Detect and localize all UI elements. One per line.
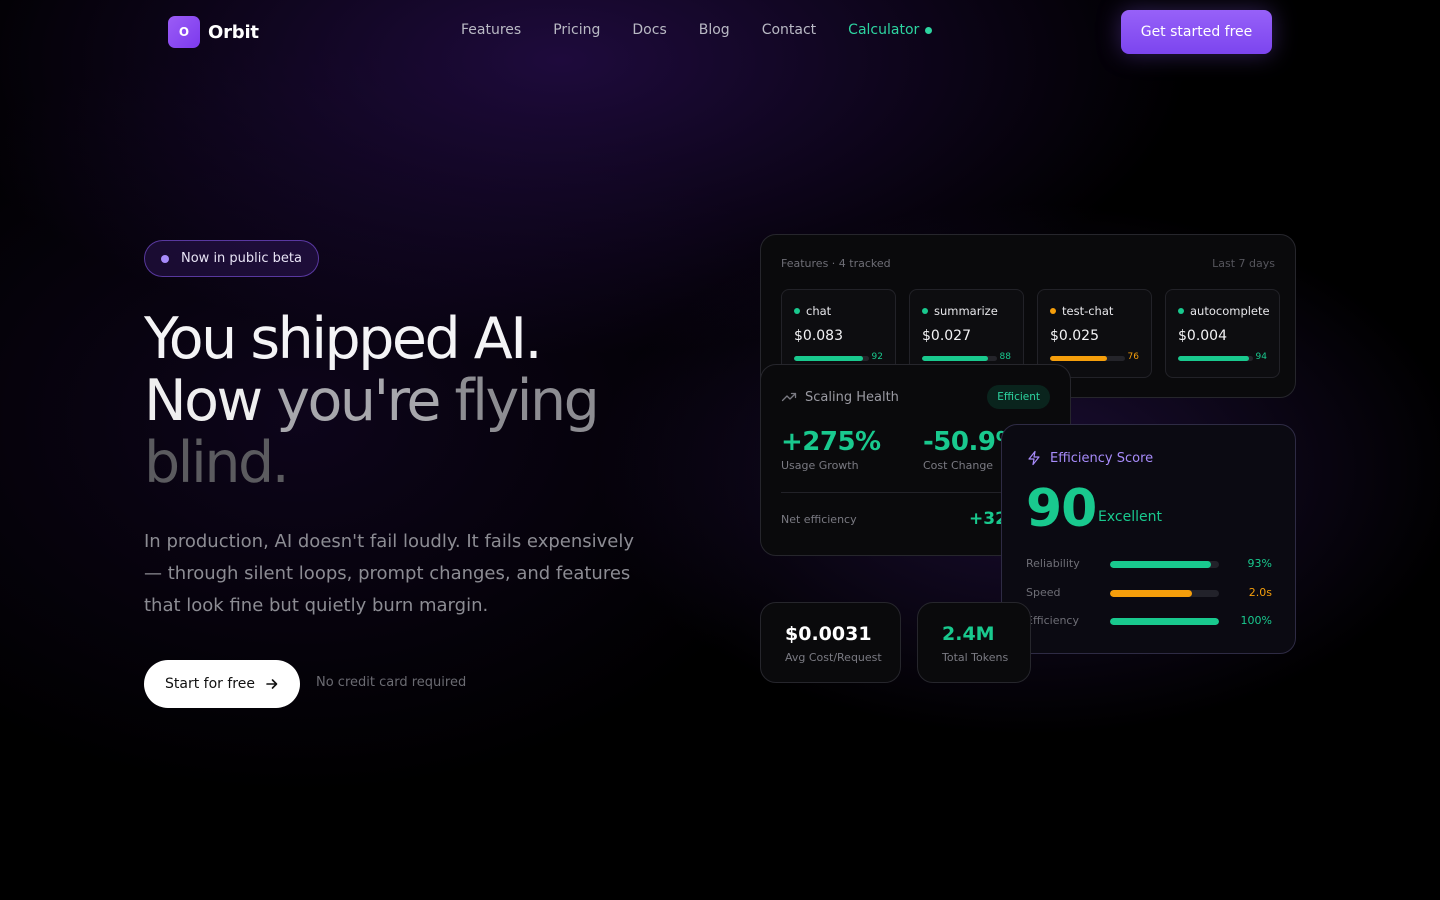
- avg-cost-stat-card: $0.0031 Avg Cost/Request: [760, 602, 901, 683]
- metric-bar: [1110, 618, 1219, 625]
- metric-row-reliability: Reliability 93%: [1026, 557, 1272, 571]
- metric-row-efficiency: Efficiency 100%: [1026, 614, 1272, 628]
- start-for-free-label: Start for free: [165, 676, 255, 692]
- metric-bar-fill: [1110, 590, 1192, 597]
- feature-tile-autocomplete[interactable]: autocomplete $0.004 94: [1165, 289, 1280, 378]
- hero-headline: You shipped AI. Now you're flying blind.: [144, 308, 704, 494]
- new-indicator-dot: [925, 26, 933, 34]
- nav-links: Features Pricing Docs Blog Contact Calcu…: [461, 22, 933, 38]
- lightning-icon: [1028, 450, 1040, 466]
- status-dot: [1050, 308, 1056, 314]
- trending-up-icon: [781, 392, 797, 402]
- headline-line-1: You shipped AI.: [144, 306, 543, 372]
- feature-score-bar: [794, 356, 869, 361]
- no-credit-card-note: No credit card required: [316, 675, 467, 690]
- nav-link-features[interactable]: Features: [461, 22, 521, 38]
- metric-row-speed: Speed 2.0s: [1026, 586, 1272, 600]
- stat-value: 2.4M: [942, 623, 995, 645]
- efficiency-score-card: Efficiency Score 90 Excellent Reliabilit…: [1001, 424, 1296, 654]
- net-efficiency-label: Net efficiency: [781, 513, 857, 526]
- nav-link-calculator[interactable]: Calculator: [848, 22, 933, 38]
- scaling-health-title: Scaling Health: [805, 389, 899, 405]
- logo[interactable]: O Orbit: [168, 16, 259, 48]
- feature-name: autocomplete: [1190, 304, 1270, 318]
- feature-score-fill: [794, 356, 863, 361]
- nav-link-calculator-label: Calculator: [848, 22, 920, 38]
- metric-label: Reliability: [1026, 557, 1080, 570]
- scaling-health-header: Scaling Health: [781, 389, 899, 405]
- stat-label: Avg Cost/Request: [785, 651, 882, 664]
- features-card-title: Features · 4 tracked: [781, 257, 891, 270]
- metric-bar-fill: [1110, 618, 1219, 625]
- efficiency-rating: Excellent: [1098, 509, 1162, 525]
- efficiency-score-title: Efficiency Score: [1050, 450, 1154, 466]
- logo-mark: O: [168, 16, 200, 48]
- feature-name: chat: [806, 304, 832, 318]
- metric-value: 93%: [1247, 557, 1272, 570]
- metric-bar: [1110, 590, 1219, 597]
- status-dot: [1178, 308, 1184, 314]
- feature-score: 76: [1127, 352, 1139, 362]
- beta-badge-label: Now in public beta: [181, 251, 302, 266]
- headline-word-now: Now: [144, 368, 263, 434]
- feature-cost: $0.004: [1178, 328, 1227, 344]
- start-for-free-button[interactable]: Start for free: [144, 660, 300, 708]
- feature-score-fill: [1178, 356, 1249, 361]
- total-tokens-stat-card: 2.4M Total Tokens: [917, 602, 1031, 683]
- usage-growth-metric: +275% Usage Growth: [781, 427, 881, 472]
- feature-cost: $0.083: [794, 328, 843, 344]
- top-nav: O Orbit Features Pricing Docs Blog Conta…: [0, 10, 1440, 54]
- stat-label: Total Tokens: [942, 651, 1009, 664]
- feature-name: test-chat: [1062, 304, 1114, 318]
- headline-line-2: Now you're flying: [144, 370, 704, 432]
- metric-value: 2.0s: [1248, 586, 1272, 599]
- feature-score: 88: [999, 352, 1011, 362]
- headline-line-3: blind.: [144, 430, 290, 496]
- metric-bar: [1110, 561, 1219, 568]
- feature-cost: $0.025: [1050, 328, 1099, 344]
- feature-score-bar: [1050, 356, 1125, 361]
- hero-subcopy: In production, AI doesn't fail loudly. I…: [144, 531, 635, 616]
- metric-label: Efficiency: [1026, 614, 1079, 627]
- nav-link-blog[interactable]: Blog: [699, 22, 730, 38]
- beta-dot: [161, 254, 169, 263]
- efficiency-score-header: Efficiency Score: [1026, 450, 1153, 466]
- nav-link-pricing[interactable]: Pricing: [553, 22, 600, 38]
- metric-value: 100%: [1240, 614, 1272, 627]
- feature-name: summarize: [934, 304, 998, 318]
- logo-name: Orbit: [208, 21, 259, 43]
- feature-score-fill: [922, 356, 988, 361]
- headline-word-youre: you're: [276, 368, 441, 434]
- get-started-button[interactable]: Get started free: [1121, 10, 1272, 54]
- nav-link-contact[interactable]: Contact: [762, 22, 816, 38]
- feature-score: 94: [1255, 352, 1267, 362]
- stat-value: $0.0031: [785, 623, 872, 645]
- usage-growth-value: +275%: [781, 427, 881, 457]
- arrow-right-icon: [266, 679, 278, 689]
- status-dot: [794, 308, 800, 314]
- efficiency-score-value: 90: [1026, 479, 1097, 539]
- usage-growth-label: Usage Growth: [781, 459, 859, 472]
- metric-label: Speed: [1026, 586, 1061, 599]
- features-card-range: Last 7 days: [1212, 257, 1275, 270]
- status-dot: [922, 308, 928, 314]
- nav-link-docs[interactable]: Docs: [632, 22, 666, 38]
- metric-bar-fill: [1110, 561, 1212, 568]
- beta-badge: Now in public beta: [144, 240, 319, 277]
- efficient-badge: Efficient: [987, 385, 1050, 409]
- feature-cost: $0.027: [922, 328, 971, 344]
- feature-score-bar: [922, 356, 997, 361]
- feature-score-bar: [1178, 356, 1253, 361]
- headline-word-flying: flying: [454, 368, 600, 434]
- feature-score: 92: [871, 352, 883, 362]
- feature-score-fill: [1050, 356, 1107, 361]
